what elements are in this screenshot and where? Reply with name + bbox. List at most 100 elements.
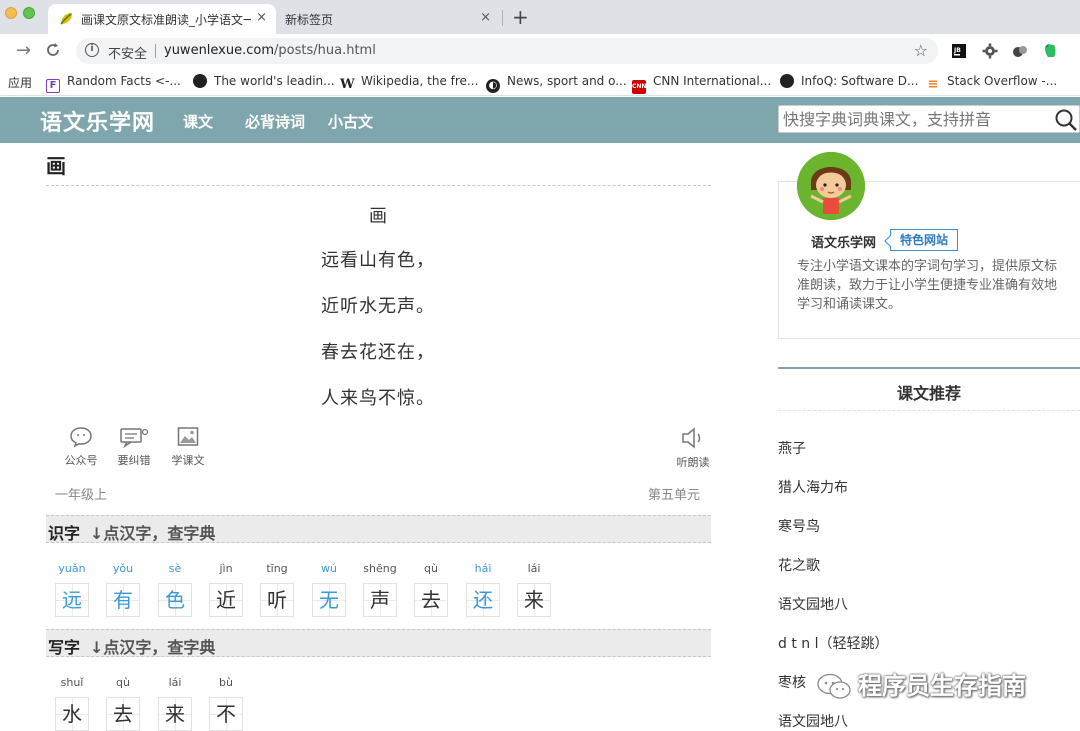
address-bar[interactable]: i 不安全 yuwenlexue.com/posts/hua.html ☆: [76, 38, 938, 64]
bookmark-random-facts[interactable]: F Random Facts <-...: [46, 74, 181, 93]
section-hint: ↓点汉字，查字典: [90, 638, 216, 657]
poem-line: 远看山有色，: [321, 250, 435, 271]
new-tab-button[interactable]: +: [512, 5, 529, 29]
tab-close-button[interactable]: ×: [256, 10, 267, 25]
bookmarks-bar: 应用 F Random Facts <-... The world's leadi…: [0, 68, 1080, 96]
wechat-button[interactable]: 公众号: [59, 426, 103, 468]
pinyin: yǒu: [112, 562, 134, 575]
recommend-item[interactable]: d t n l（轻轻跳）: [778, 633, 889, 653]
recommend-item[interactable]: 枣核: [778, 672, 806, 692]
char-card[interactable]: qù 去: [414, 561, 448, 617]
hanzi: 去: [106, 697, 140, 731]
recommend-item[interactable]: 猎人海力布: [778, 477, 848, 497]
divider: [778, 367, 1080, 369]
divider: [46, 185, 711, 186]
recommend-item[interactable]: 寒号鸟: [778, 516, 820, 536]
bookmark-wikipedia[interactable]: W Wikipedia, the fre...: [340, 74, 478, 92]
bookmark-star-icon[interactable]: ☆: [914, 41, 928, 60]
char-card[interactable]: yuǎn 远: [55, 561, 89, 617]
wikipedia-icon: W: [340, 77, 355, 92]
char-card[interactable]: wú 无: [312, 561, 346, 617]
tool-label: 公众号: [64, 454, 98, 467]
char-card[interactable]: hái 还: [466, 561, 500, 617]
image-icon: [177, 427, 199, 446]
recommend-item[interactable]: 燕子: [778, 438, 806, 458]
poem-title: 画: [369, 206, 387, 227]
avatar: [797, 152, 865, 220]
divider: [778, 410, 1080, 411]
section-name: 写字: [48, 638, 81, 657]
hanzi: 声: [363, 583, 397, 617]
char-card[interactable]: yǒu 有: [106, 561, 140, 617]
bookmark-label: Random Facts <-...: [67, 74, 181, 88]
evernote-extension-icon[interactable]: [1042, 43, 1058, 59]
study-lesson-button[interactable]: 学课文: [166, 426, 210, 468]
info-icon[interactable]: i: [85, 43, 99, 57]
char-card[interactable]: lái 来: [158, 675, 192, 731]
char-card[interactable]: shēng 声: [363, 561, 397, 617]
char-card[interactable]: qù 去: [106, 675, 140, 731]
bookmark-github[interactable]: The world's leadin...: [193, 74, 335, 88]
unit-label[interactable]: 第五单元: [648, 484, 700, 503]
char-card[interactable]: bù 不: [209, 675, 243, 731]
forward-button[interactable]: →: [16, 40, 31, 61]
bookmark-apps[interactable]: 应用: [8, 74, 32, 91]
listen-read-button[interactable]: 听朗读: [671, 426, 715, 470]
hanzi: 远: [55, 583, 89, 617]
char-card[interactable]: jìn 近: [209, 561, 243, 617]
bookmark-label: CNN International...: [653, 74, 772, 88]
char-card[interactable]: lái 来: [517, 561, 551, 617]
search-icon[interactable]: [1051, 108, 1079, 132]
circles-extension-icon[interactable]: [1012, 43, 1028, 59]
hanzi: 无: [312, 583, 346, 617]
bookmark-infoq[interactable]: InfoQ: Software D...: [780, 74, 918, 88]
hanzi: 有: [106, 583, 140, 617]
infoq-icon: [780, 74, 794, 88]
report-error-button[interactable]: 要纠错: [112, 426, 156, 468]
nav-link-classical[interactable]: 小古文: [328, 111, 373, 132]
search-input[interactable]: [783, 109, 1051, 129]
cnn-icon: CNN: [632, 80, 646, 94]
minimize-window-button[interactable]: [5, 7, 17, 19]
cartoon-child-icon: [797, 152, 865, 220]
tab-close-button[interactable]: ×: [480, 10, 491, 25]
reload-icon[interactable]: [45, 42, 61, 58]
f-icon: F: [46, 79, 60, 93]
url-text[interactable]: yuwenlexue.com/posts/hua.html: [164, 43, 376, 58]
site-logo[interactable]: 语文乐学网: [40, 105, 155, 137]
char-card[interactable]: shuǐ 水: [55, 675, 89, 731]
nav-link-lessons[interactable]: 课文: [183, 111, 213, 132]
bookmark-label: Wikipedia, the fre...: [361, 74, 479, 88]
recommend-item[interactable]: 语文园地八: [778, 594, 848, 614]
bookmark-stackoverflow[interactable]: ≡ Stack Overflow -...: [926, 74, 1058, 92]
bookmark-bbc[interactable]: ◐ News, sport and o...: [486, 74, 627, 93]
maximize-window-button[interactable]: [23, 7, 35, 19]
watermark-text: 程序员生存指南: [858, 672, 1026, 700]
speaker-icon: [682, 427, 701, 449]
recommend-item[interactable]: 语文园地八: [778, 711, 848, 731]
char-card[interactable]: tīng 听: [260, 561, 294, 617]
recommend-item[interactable]: 花之歌: [778, 555, 820, 575]
grade-label[interactable]: 一年级上: [55, 484, 107, 503]
pinyin: lái: [527, 562, 541, 575]
pinyin: shēng: [363, 562, 397, 575]
hanzi: 近: [209, 583, 243, 617]
github-icon: [193, 74, 207, 88]
chat-bubble-icon: [70, 427, 92, 448]
tab-new[interactable]: 新标签页 ×: [276, 4, 500, 34]
gear-extension-icon[interactable]: [982, 43, 998, 59]
poem-line: 近听水无声。: [321, 296, 435, 317]
tab-title: 画课文原文标准朗读_小学语文一: [81, 13, 251, 27]
pinyin: bù: [219, 676, 233, 689]
char-card[interactable]: sè 色: [158, 561, 192, 617]
section-recognize-header: 识字 ↓点汉字，查字典: [46, 515, 711, 543]
bookmark-label: 应用: [8, 76, 33, 90]
site-description: 专注小学语文课本的字词句学习，提供原文标准朗读，致力于让小学生便捷专业准确有效地…: [797, 259, 1058, 312]
jetbrains-extension-icon[interactable]: JB: [951, 43, 967, 59]
tab-active[interactable]: 画课文原文标准朗读_小学语文一 ×: [48, 4, 276, 34]
sidebar-site-name: 语文乐学网: [811, 236, 877, 251]
nav-link-poems[interactable]: 必背诗词: [245, 111, 305, 132]
bookmark-cnn[interactable]: CNN CNN International...: [632, 74, 771, 94]
feedback-icon: [120, 428, 149, 448]
leaf-favicon-icon: [60, 13, 72, 25]
